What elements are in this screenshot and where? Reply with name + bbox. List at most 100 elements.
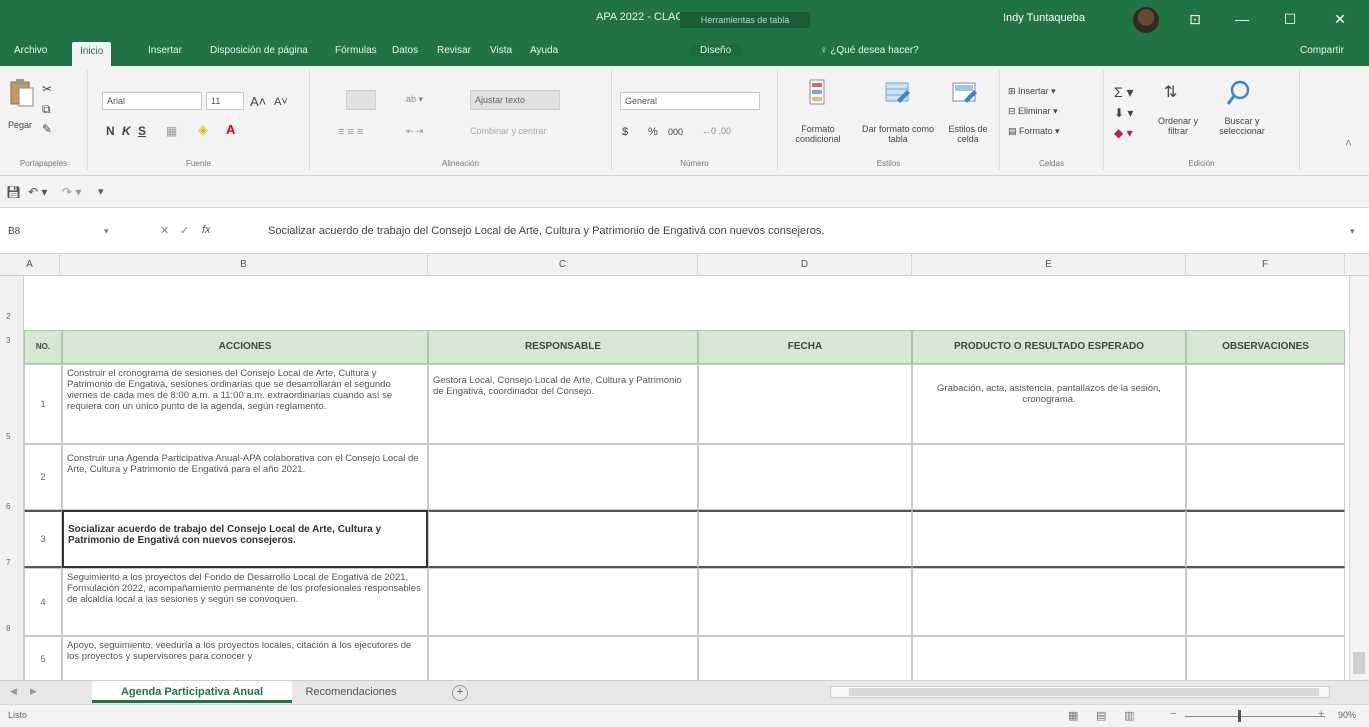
tab-disposicion[interactable]: Disposición de página bbox=[210, 45, 308, 56]
cell-accion[interactable]: Construir una Agenda Participativa Anual… bbox=[62, 444, 428, 510]
vertical-scrollbar[interactable] bbox=[1349, 276, 1369, 680]
insert-cells-button[interactable]: ⊞ Insertar ▾ bbox=[1008, 86, 1056, 97]
fill-icon[interactable]: ⬇ ▾ bbox=[1114, 106, 1133, 120]
cell-accion[interactable]: Seguimiento a los proyectos del Fondo de… bbox=[62, 568, 428, 636]
paste-icon[interactable] bbox=[8, 78, 36, 108]
row-number[interactable]: 2 bbox=[6, 312, 10, 321]
tab-revisar[interactable]: Revisar bbox=[437, 45, 471, 56]
cell-responsable[interactable]: Gestora Local, Consejo Local de Arte, Cu… bbox=[428, 364, 698, 444]
cell-no[interactable]: 2 bbox=[24, 444, 62, 510]
clear-icon[interactable]: ◆ ▾ bbox=[1114, 126, 1133, 140]
header-responsable[interactable]: RESPONSABLE bbox=[428, 330, 698, 364]
column-header-d[interactable]: D bbox=[698, 254, 912, 276]
zoom-level[interactable]: 90% bbox=[1338, 710, 1356, 720]
format-painter-icon[interactable]: ✎ bbox=[42, 122, 52, 136]
tell-me-input[interactable]: ♀ ¿Qué desea hacer? bbox=[820, 45, 919, 56]
cell-accion[interactable]: Apoyo, seguimiento, veeduría a los proye… bbox=[62, 636, 428, 680]
sheet-tab-recomendaciones[interactable]: Recomendaciones bbox=[296, 681, 406, 703]
row-number[interactable]: 8 bbox=[6, 624, 10, 633]
font-size-select[interactable]: 11 bbox=[206, 92, 244, 110]
row-number[interactable]: 7 bbox=[6, 558, 10, 567]
row-number[interactable]: 3 bbox=[6, 336, 10, 345]
avatar[interactable] bbox=[1133, 7, 1159, 33]
fill-color-icon[interactable]: ◈ bbox=[198, 122, 208, 138]
format-as-table-icon[interactable] bbox=[883, 78, 911, 108]
cell-responsable[interactable] bbox=[428, 568, 698, 636]
font-name-select[interactable]: Arial bbox=[102, 92, 202, 110]
underline-button[interactable]: S bbox=[138, 124, 146, 138]
merge-center-button[interactable]: Combinar y centrar bbox=[470, 126, 547, 136]
format-as-table-button[interactable]: Dar formato como tabla bbox=[858, 124, 938, 144]
name-box-dropdown-icon[interactable]: ▾ bbox=[104, 226, 109, 237]
scrollbar-thumb[interactable] bbox=[1353, 652, 1365, 674]
decimal-icon[interactable]: ←0 .00 bbox=[702, 126, 731, 136]
cell-fecha[interactable] bbox=[698, 444, 912, 510]
row-number[interactable]: 5 bbox=[6, 432, 10, 441]
scrollbar-thumb[interactable] bbox=[849, 688, 1319, 696]
delete-cells-button[interactable]: ⊟ Eliminar ▾ bbox=[1008, 106, 1058, 117]
currency-button[interactable]: $ bbox=[622, 126, 628, 138]
wrap-text-button[interactable]: Ajustar texto bbox=[470, 90, 560, 110]
cell-producto[interactable]: Grabación, acta, asistencia, pantallazos… bbox=[912, 364, 1186, 444]
shrink-font-icon[interactable]: A˅ bbox=[274, 96, 288, 108]
align-top-icon[interactable] bbox=[346, 90, 376, 110]
cell-accion[interactable]: Construir el cronograma de sesiones del … bbox=[62, 364, 428, 444]
format-cells-button[interactable]: ▤ Formato ▾ bbox=[1008, 126, 1060, 137]
tab-datos[interactable]: Datos bbox=[392, 45, 418, 56]
column-header-f[interactable]: F bbox=[1186, 254, 1345, 276]
zoom-slider-knob[interactable] bbox=[1238, 710, 1241, 722]
percent-button[interactable]: % bbox=[648, 126, 658, 138]
tab-formulas[interactable]: Fórmulas bbox=[335, 45, 377, 56]
tab-ayuda[interactable]: Ayuda bbox=[530, 45, 558, 56]
header-observaciones[interactable]: OBSERVACIONES bbox=[1186, 330, 1345, 364]
cell-no[interactable]: 3 bbox=[24, 510, 62, 568]
orientation-icon[interactable]: ab ▾ bbox=[406, 94, 423, 105]
cell-fecha[interactable] bbox=[698, 636, 912, 680]
tab-inicio[interactable]: Inicio bbox=[72, 42, 112, 66]
insert-function-button[interactable]: fx bbox=[202, 224, 211, 236]
column-header-b[interactable]: B bbox=[60, 254, 428, 276]
italic-button[interactable]: K bbox=[122, 124, 131, 138]
header-acciones[interactable]: ACCIONES bbox=[62, 330, 428, 364]
find-select-button[interactable]: Buscar y seleccionar bbox=[1212, 116, 1272, 136]
cell-observaciones[interactable] bbox=[1186, 364, 1345, 444]
cell-observaciones[interactable] bbox=[1186, 636, 1345, 680]
cell-accion-selected[interactable]: Socializar acuerdo de trabajo del Consej… bbox=[62, 510, 428, 568]
customize-qat-icon[interactable]: ▾ bbox=[98, 185, 104, 198]
enter-icon[interactable]: ✓ bbox=[180, 224, 189, 237]
zoom-in-icon[interactable]: + bbox=[1318, 708, 1324, 720]
redo-icon[interactable]: ↷ ▾ bbox=[62, 185, 81, 199]
number-format-select[interactable]: General bbox=[620, 92, 760, 110]
cell-responsable[interactable] bbox=[428, 636, 698, 680]
sheet-nav-left-icon[interactable]: ◀ bbox=[10, 686, 17, 697]
cut-icon[interactable]: ✂ bbox=[42, 82, 52, 96]
page-layout-icon[interactable]: ▤ bbox=[1096, 709, 1106, 722]
cancel-icon[interactable]: ✕ bbox=[160, 224, 169, 237]
cell-no[interactable]: 5 bbox=[24, 636, 62, 680]
expand-formula-icon[interactable]: ▾ bbox=[1350, 226, 1355, 237]
user-name[interactable]: Indy Tuntaqueba bbox=[1003, 12, 1085, 24]
save-icon[interactable]: 💾︎ bbox=[6, 185, 21, 199]
add-sheet-button[interactable]: + bbox=[452, 685, 468, 701]
cell-no[interactable]: 1 bbox=[24, 364, 62, 444]
cell-observaciones[interactable] bbox=[1186, 510, 1345, 568]
horizontal-scrollbar[interactable] bbox=[830, 686, 1330, 698]
paste-label[interactable]: Pegar bbox=[8, 120, 32, 130]
cell-observaciones[interactable] bbox=[1186, 444, 1345, 510]
cell-styles-button[interactable]: Estilos de celda bbox=[940, 124, 996, 144]
ribbon-display-icon[interactable]: ⊡ bbox=[1175, 6, 1215, 32]
align-left-icon[interactable]: ≡ ≡ ≡ bbox=[338, 126, 363, 138]
cell-observaciones[interactable] bbox=[1186, 568, 1345, 636]
sheet-nav-right-icon[interactable]: ▶ bbox=[30, 686, 37, 697]
column-header-e[interactable]: E bbox=[912, 254, 1186, 276]
cell-fecha[interactable] bbox=[698, 568, 912, 636]
tab-diseno[interactable]: Diseño bbox=[690, 45, 742, 56]
header-fecha[interactable]: FECHA bbox=[698, 330, 912, 364]
sort-filter-icon[interactable]: ⇅ bbox=[1164, 82, 1177, 102]
cell-producto[interactable] bbox=[912, 568, 1186, 636]
cell-fecha[interactable] bbox=[698, 364, 912, 444]
search-icon[interactable] bbox=[1226, 80, 1252, 108]
conditional-format-button[interactable]: Formato condicional bbox=[778, 124, 858, 144]
borders-icon[interactable]: ▦ bbox=[166, 124, 177, 138]
header-no[interactable]: NO. bbox=[24, 330, 62, 364]
